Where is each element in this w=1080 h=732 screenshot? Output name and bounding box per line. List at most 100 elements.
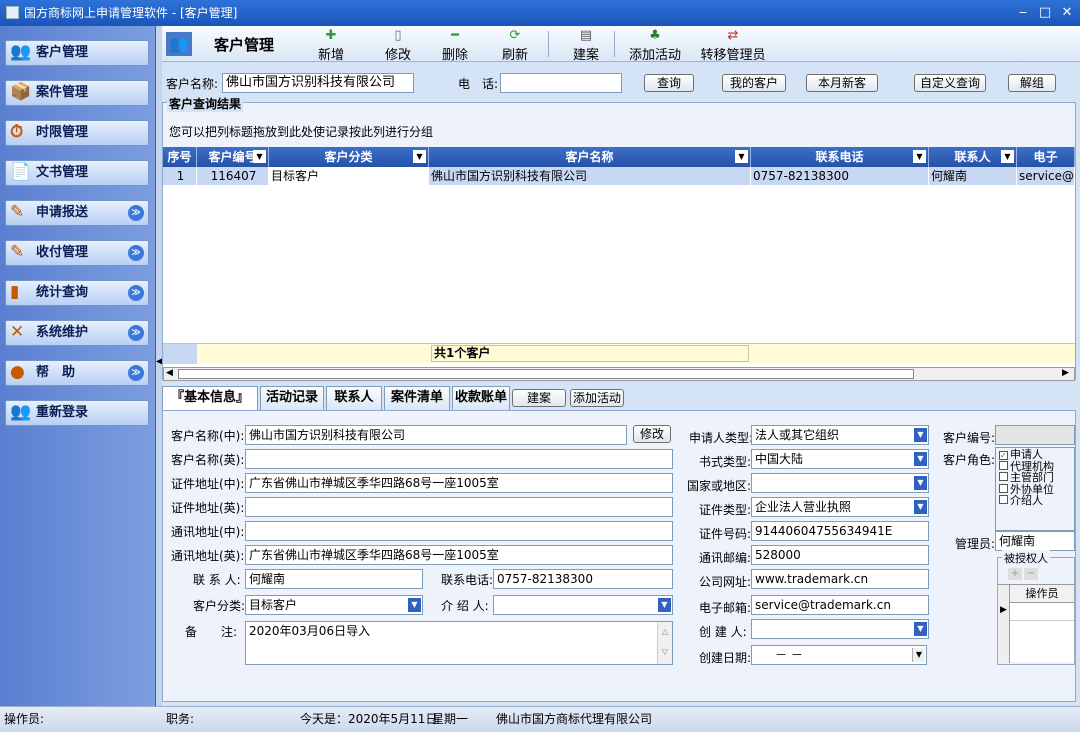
scroll-right-icon[interactable]: ▶ (1062, 368, 1069, 378)
minimize-button[interactable]: ‒ (1012, 0, 1034, 26)
column-header-5[interactable]: 联系人 ▼ (929, 147, 1017, 167)
checkbox-icon[interactable] (999, 472, 1008, 481)
horizontal-scrollbar[interactable]: ◀ ▶ (163, 367, 1075, 381)
table-cell[interactable]: 何耀南 (929, 167, 1017, 185)
column-header-6[interactable]: 电子 (1017, 147, 1075, 167)
sidebar-item-9[interactable]: 👥 重新登录 (5, 400, 149, 426)
column-filter-icon[interactable]: ▼ (913, 150, 926, 163)
column-filter-icon[interactable]: ▼ (413, 150, 426, 163)
chevron-down-icon[interactable]: ▼ (914, 476, 927, 490)
sidebar-item-0[interactable]: 👥 客户管理 (5, 40, 149, 66)
checkbox-icon[interactable]: ✓ (999, 451, 1008, 460)
referrer-select[interactable]: ▼ (493, 595, 673, 615)
toolbar-button-2[interactable]: ━ 删除 (434, 28, 476, 63)
sidebar-item-7[interactable]: ✕ 系统维护 ≫ (5, 320, 149, 346)
scroll-left-icon[interactable]: ◀ (166, 368, 173, 378)
table-cell[interactable]: 佛山市国方识别科技有限公司 (429, 167, 751, 185)
column-filter-icon[interactable]: ▼ (1001, 150, 1014, 163)
column-header-1[interactable]: 客户编号 ▼ (197, 147, 269, 167)
expand-chevron-icon[interactable]: ≫ (128, 365, 144, 381)
phone-input[interactable] (500, 73, 622, 93)
create-case-button[interactable]: 建案 (512, 389, 566, 407)
chevron-down-icon[interactable]: ▼ (914, 622, 927, 636)
checkbox-icon[interactable] (999, 483, 1008, 493)
table-cell[interactable]: service@t (1017, 167, 1075, 185)
toolbar-button-4[interactable]: ▤ 建案 (566, 28, 606, 63)
contact-field[interactable]: 何耀南 (245, 569, 423, 589)
column-filter-icon[interactable]: ▼ (253, 150, 266, 163)
role-option[interactable]: 介绍人 (999, 495, 1074, 507)
country-select[interactable]: ▼ (751, 473, 929, 493)
chevron-down-icon[interactable]: ▼ (408, 598, 421, 612)
toolbar-button-1[interactable]: ▯ 修改 (378, 28, 418, 63)
expand-chevron-icon[interactable]: ≫ (128, 325, 144, 341)
search-button-1[interactable]: 我的客户 (722, 74, 786, 92)
chevron-down-icon[interactable]: ▼ (914, 500, 927, 514)
chevron-down-icon[interactable]: ▼ (912, 648, 925, 662)
chevron-down-icon[interactable]: ▼ (914, 428, 927, 442)
category-select[interactable]: 目标客户 ▼ (245, 595, 423, 615)
maximize-button[interactable]: □ (1034, 0, 1056, 26)
table-row[interactable]: 1 116407 目标客户 佛山市国方识别科技有限公司 0757-82138300 何耀南… (163, 167, 1075, 185)
add-activity-button[interactable]: 添加活动 (570, 389, 624, 407)
tab-1[interactable]: 活动记录 (260, 386, 324, 410)
toolbar-button-5[interactable]: ♣ 添加活动 (622, 28, 688, 63)
column-header-0[interactable]: 序号 (163, 147, 197, 167)
search-button-2[interactable]: 本月新客 (806, 74, 878, 92)
column-header-3[interactable]: 客户名称 ▼ (429, 147, 751, 167)
cert-addr-cn-field[interactable]: 广东省佛山市禅城区季华四路68号一座1005室 (245, 473, 673, 493)
table-cell[interactable]: 116407 (197, 167, 269, 185)
checkbox-icon[interactable] (999, 460, 1008, 470)
remark-scrollbar[interactable]: △ ▽ (657, 622, 672, 664)
search-button-4[interactable]: 解组 (1008, 74, 1056, 92)
email-field[interactable]: service@trademark.cn (751, 595, 929, 615)
scroll-thumb[interactable] (178, 369, 914, 379)
remark-textarea[interactable]: 2020年03月06日导入 △ ▽ (245, 621, 673, 665)
chevron-down-icon[interactable]: ▼ (658, 598, 671, 612)
contact-phone-field[interactable]: 0757-82138300 (493, 569, 673, 589)
toolbar-button-6[interactable]: ⇄ 转移管理员 (694, 28, 772, 63)
expand-chevron-icon[interactable]: ≫ (128, 285, 144, 301)
table-cell[interactable]: 目标客户 (269, 167, 429, 185)
table-cell[interactable]: 1 (163, 167, 197, 185)
search-button-0[interactable]: 查询 (644, 74, 694, 92)
cert-addr-en-field[interactable] (245, 497, 673, 517)
name-cn-field[interactable]: 佛山市国方识别科技有限公司 (245, 425, 627, 445)
add-authorized-icon[interactable]: + (1008, 568, 1022, 580)
close-button[interactable]: ✕ (1056, 0, 1078, 26)
table-cell[interactable]: 0757-82138300 (751, 167, 929, 185)
column-header-2[interactable]: 客户分类 ▼ (269, 147, 429, 167)
column-filter-icon[interactable]: ▼ (735, 150, 748, 163)
mail-addr-cn-field[interactable] (245, 521, 673, 541)
sidebar-item-2[interactable]: ⏱ 时限管理 (5, 120, 149, 146)
tab-0[interactable]: 『基本信息』 (162, 386, 258, 412)
sidebar-item-6[interactable]: ▮ 统计查询 ≫ (5, 280, 149, 306)
search-button-3[interactable]: 自定义查询 (914, 74, 986, 92)
column-header-4[interactable]: 联系电话 ▼ (751, 147, 929, 167)
tab-3[interactable]: 案件清单 (384, 386, 450, 410)
expand-chevron-icon[interactable]: ≫ (128, 245, 144, 261)
remove-authorized-icon[interactable]: − (1024, 568, 1038, 580)
sidebar-item-8[interactable]: ● 帮 助 ≫ (5, 360, 149, 386)
sidebar-item-4[interactable]: ✎ 申请报送 ≫ (5, 200, 149, 226)
format-select[interactable]: 中国大陆 ▼ (751, 449, 929, 469)
mail-addr-en-field[interactable]: 广东省佛山市禅城区季华四路68号一座1005室 (245, 545, 673, 565)
cert-type-select[interactable]: 企业法人营业执照 ▼ (751, 497, 929, 517)
sidebar-item-1[interactable]: 📦 案件管理 (5, 80, 149, 106)
checkbox-icon[interactable] (999, 495, 1008, 504)
created-date-picker[interactable]: － － ▼ (751, 645, 927, 665)
authorized-row[interactable] (1010, 603, 1074, 621)
name-en-field[interactable] (245, 449, 673, 469)
customer-name-input[interactable]: 佛山市国方识别科技有限公司 (222, 73, 414, 93)
applicant-type-select[interactable]: 法人或其它组织 ▼ (751, 425, 929, 445)
toolbar-button-0[interactable]: ✚ 新增 (312, 28, 350, 63)
tab-2[interactable]: 联系人 (326, 386, 382, 410)
modify-name-button[interactable]: 修改 (633, 425, 671, 443)
expand-chevron-icon[interactable]: ≫ (128, 205, 144, 221)
tab-4[interactable]: 收款账单 (452, 386, 510, 410)
toolbar-button-3[interactable]: ⟳ 刷新 (492, 28, 538, 63)
chevron-down-icon[interactable]: ▼ (914, 452, 927, 466)
postcode-field[interactable]: 528000 (751, 545, 929, 565)
cert-no-field[interactable]: 91440604755634941E (751, 521, 929, 541)
sidebar-item-5[interactable]: ✎ 收付管理 ≫ (5, 240, 149, 266)
